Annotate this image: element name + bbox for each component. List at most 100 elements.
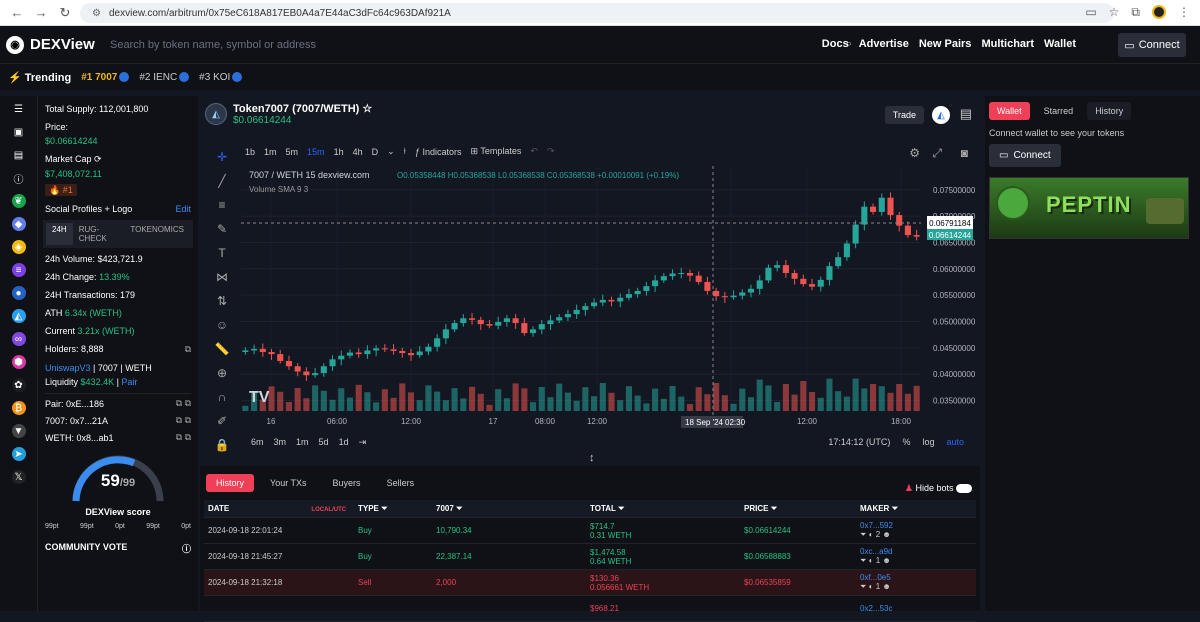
shield-icon[interactable]: ▼ [11, 424, 26, 438]
undo-icon[interactable]: ↶ [530, 146, 538, 157]
ad-icon[interactable]: ▣ [12, 125, 26, 139]
settings-gear-icon[interactable]: ⚙ [909, 146, 920, 160]
forward-icon[interactable]: → [34, 5, 48, 20]
fullscreen-icon[interactable]: ⤢ [932, 146, 942, 161]
text-icon[interactable]: T [218, 246, 225, 260]
x-twitter-icon[interactable]: 𝕏 [11, 470, 26, 484]
menu-docs[interactable]: Docs [822, 38, 849, 50]
interval-d[interactable]: D [372, 147, 379, 157]
lock-icon[interactable]: 🔒 [215, 438, 230, 452]
leaf-icon[interactable]: ❦ [11, 194, 26, 208]
chevron-down-icon[interactable]: ⌄ [387, 146, 395, 157]
trending-item-3[interactable]: #3 KOI [199, 72, 243, 83]
reload-icon[interactable]: ↻ [58, 5, 72, 21]
interval-1h[interactable]: 1h [334, 147, 344, 157]
auto-toggle[interactable]: auto [946, 437, 964, 447]
back-icon[interactable]: ← [10, 5, 24, 20]
interval-5m[interactable]: 5m [286, 147, 299, 157]
zoom-icon[interactable]: ⊕ [217, 366, 227, 380]
polygon-icon[interactable]: ∞ [11, 332, 26, 346]
table-row[interactable]: $968.21 0x2...53c [204, 596, 976, 622]
crosshair-icon[interactable]: ✛ [217, 150, 227, 164]
tab-24h[interactable]: 24H [46, 223, 73, 245]
col-price[interactable]: PRICE ⏷ [744, 504, 860, 514]
filter-icon[interactable]: ⏷ [771, 504, 777, 513]
search-input[interactable]: Search by token name, symbol or address … [104, 33, 860, 57]
camera-icon[interactable]: ◙ [961, 146, 968, 160]
menu-multichart[interactable]: Multichart [981, 38, 1034, 50]
filter-icon[interactable]: ⏷ [456, 504, 462, 513]
trending-item-1[interactable]: #1 7007 [81, 72, 130, 83]
price-chart[interactable]: 0.075000000.070000000.065000000.06000000… [241, 166, 979, 428]
external-link-icon[interactable]: ⧉ [185, 344, 191, 355]
extensions-icon[interactable]: ⧉ [1131, 5, 1140, 20]
magnet-icon[interactable]: ∩ [218, 390, 227, 404]
menu-advertise[interactable]: Advertise [859, 38, 909, 50]
star-icon[interactable]: ☆ [362, 103, 372, 115]
col-maker[interactable]: MAKER ⏷ [860, 504, 976, 514]
info-icon[interactable]: ⓘ [12, 171, 26, 186]
browser-menu-icon[interactable]: ⋮ [1178, 5, 1190, 20]
tab-wallet[interactable]: Wallet [989, 102, 1030, 120]
interval-1m[interactable]: 1m [264, 147, 277, 157]
range-3m[interactable]: 3m [274, 437, 287, 448]
tab-starred[interactable]: Starred [1036, 102, 1082, 120]
arbitrum-icon[interactable]: ◭ [932, 106, 950, 124]
pattern-icon[interactable]: ⋈ [216, 270, 228, 284]
dex-link[interactable]: UniswapV3 [45, 363, 91, 373]
col-type[interactable]: TYPE ⏷ [358, 504, 436, 514]
profile-avatar[interactable] [1152, 5, 1166, 19]
maker-address[interactable]: 0xc...a9d [860, 547, 976, 556]
calculator-icon[interactable]: ▤ [960, 106, 972, 122]
indicators-button[interactable]: ƒ Indicators [415, 147, 462, 157]
wallet-connect-button[interactable]: ▭ Connect [989, 144, 1061, 167]
copy-icon[interactable]: ⧉ ⧉ [176, 415, 191, 426]
table-row[interactable]: 2024-09-18 21:45:27 Buy 22,387.14 $1,474… [204, 544, 976, 570]
filter-icon[interactable]: ⏷ [618, 504, 624, 513]
refresh-icon[interactable]: ⟳ [94, 154, 102, 164]
edit-link[interactable]: Edit [175, 204, 191, 214]
log-toggle[interactable]: log [922, 437, 934, 447]
bookmark-star-icon[interactable]: ☆ [1109, 5, 1120, 20]
toggle-switch[interactable] [956, 484, 972, 494]
tab-buyers[interactable]: Buyers [323, 474, 371, 492]
ad-banner[interactable]: PEPTIN [989, 177, 1189, 239]
goto-date-icon[interactable]: ⇥ [359, 437, 367, 448]
interval-1b[interactable]: 1b [245, 147, 255, 157]
trending-item-2[interactable]: #2 IENC [139, 72, 190, 83]
range-5d[interactable]: 5d [319, 437, 329, 448]
tab-history-trades[interactable]: History [206, 474, 255, 492]
ruler-icon[interactable]: 📏 [215, 342, 230, 356]
brand-logo[interactable]: ◉ DEXView [6, 35, 95, 54]
interval-15m[interactable]: 15m [307, 147, 325, 157]
connect-button[interactable]: ▭ Connect [1118, 33, 1186, 57]
lock-drawings-icon[interactable]: ✐ [217, 414, 227, 428]
hide-bots-toggle[interactable]: ♟ Hide bots [905, 483, 972, 494]
bitcoin-icon[interactable]: ₿ [11, 401, 26, 415]
redo-icon[interactable]: ↷ [547, 146, 555, 157]
tab-tokenomics[interactable]: TOKENOMICS [124, 223, 190, 245]
filter-icon[interactable]: ⏷ [892, 504, 898, 513]
filter-icon[interactable]: ⏷ [381, 504, 387, 513]
tab-history[interactable]: History [1087, 102, 1132, 120]
pair-link[interactable]: Pair [121, 377, 137, 387]
percent-toggle[interactable]: % [902, 437, 910, 447]
bnb-icon[interactable]: ◈ [11, 240, 26, 254]
telegram-icon[interactable]: ➤ [11, 447, 26, 461]
interval-4h[interactable]: 4h [353, 147, 363, 157]
resize-handle-icon[interactable]: ↕ [589, 452, 595, 464]
col-total[interactable]: TOTAL ⏷ [590, 504, 744, 514]
arbitrum-chain-icon[interactable]: ◭ [11, 309, 26, 323]
trade-button[interactable]: Trade [884, 106, 924, 124]
maker-address[interactable]: 0x7...592 [860, 521, 976, 530]
tab-sellers[interactable]: Sellers [377, 474, 425, 492]
info-icon[interactable]: ⓘ [182, 542, 191, 555]
prediction-icon[interactable]: ⇅ [217, 294, 227, 308]
site-info-icon[interactable]: ⚙ [92, 8, 101, 19]
menu-new-pairs[interactable]: New Pairs [919, 38, 972, 50]
gear-chain-icon[interactable]: ✿ [11, 378, 26, 392]
address-bar[interactable]: ⚙ dexview.com/arbitrum/0x75eC618A817EB0A… [80, 3, 1114, 23]
table-row[interactable]: 2024-09-18 22:01:24 Buy 10,790.34 $714.7… [204, 518, 976, 544]
base-icon[interactable]: ● [11, 286, 26, 300]
maker-address[interactable]: 0xf...0e5 [860, 573, 976, 582]
